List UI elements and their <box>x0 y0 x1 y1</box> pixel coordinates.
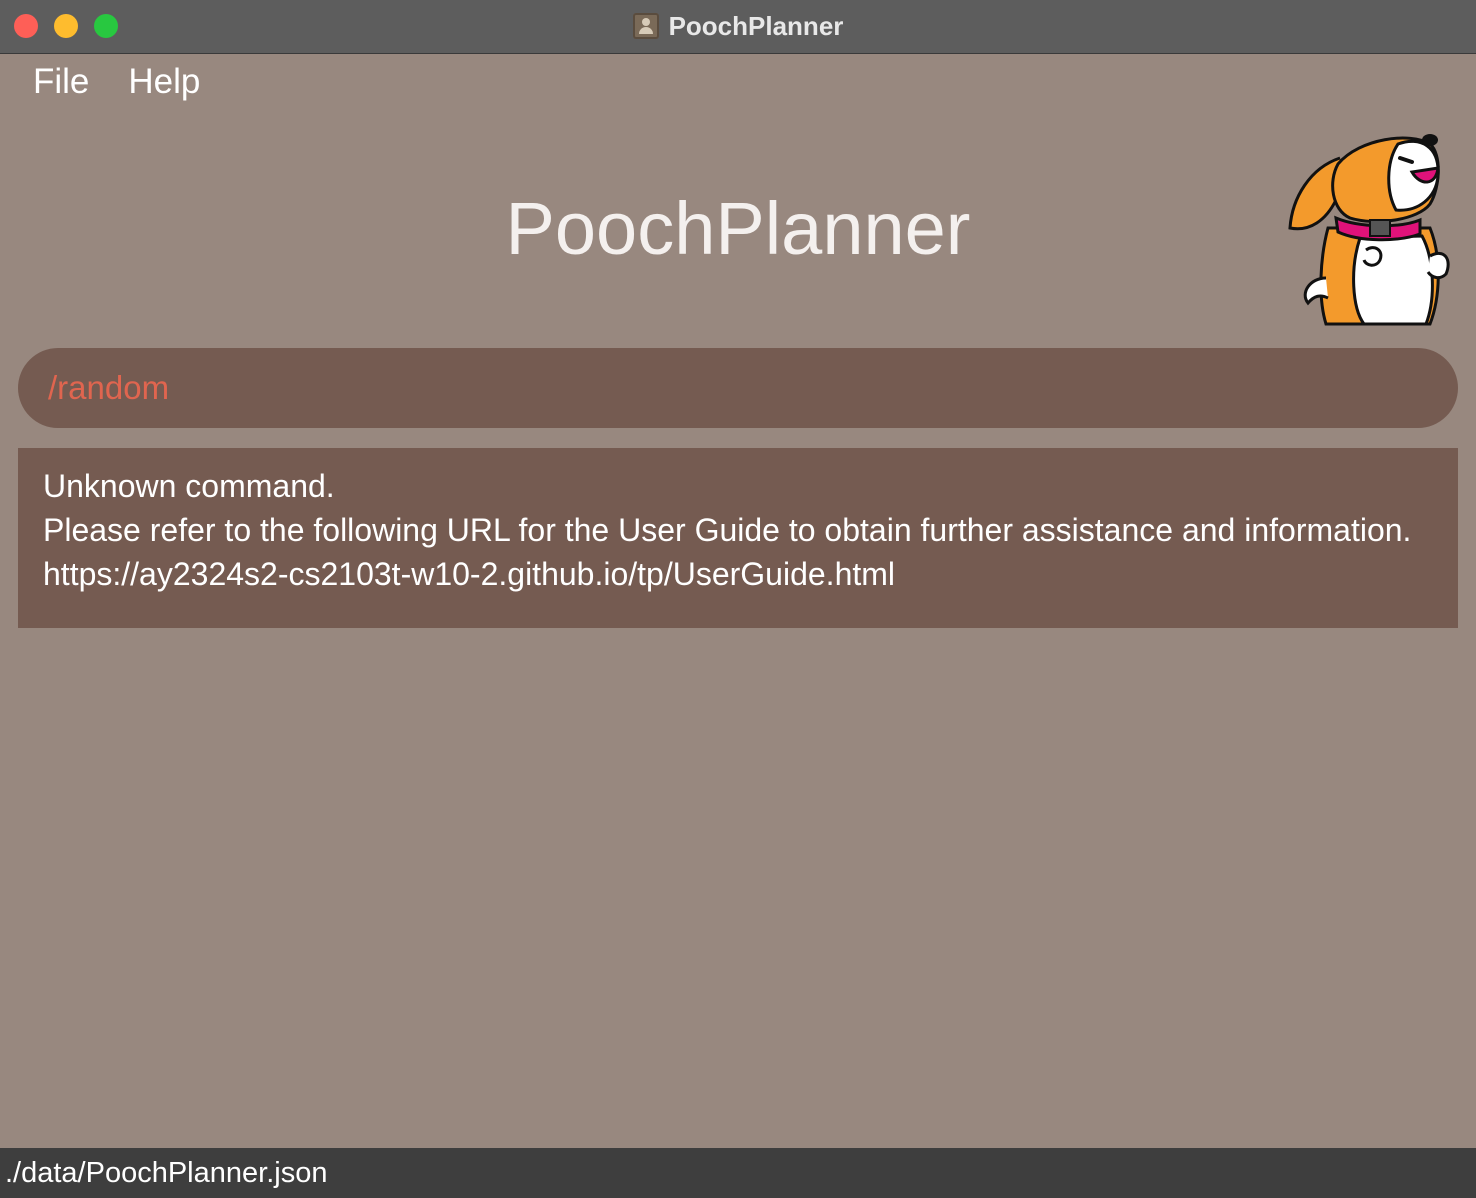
status-bar: ./data/PoochPlanner.json <box>0 1148 1476 1198</box>
result-display: Unknown command. Please refer to the fol… <box>18 448 1458 628</box>
menu-help[interactable]: Help <box>128 62 200 102</box>
window-title-group: PoochPlanner <box>0 0 1476 52</box>
result-line: https://ay2324s2-cs2103t-w10-2.github.io… <box>43 556 896 592</box>
app-title: PoochPlanner <box>505 187 971 270</box>
dog-mascot-icon <box>1288 134 1450 326</box>
storage-file-path: ./data/PoochPlanner.json <box>5 1156 328 1189</box>
menu-file[interactable]: File <box>33 62 89 102</box>
menu-bar: File Help <box>33 62 200 102</box>
command-input[interactable] <box>46 368 1430 408</box>
window-title: PoochPlanner <box>668 10 844 41</box>
result-line: Please refer to the following URL for th… <box>43 512 1412 548</box>
result-line: Unknown command. <box>43 468 335 504</box>
command-box[interactable] <box>18 348 1458 428</box>
app-icon <box>632 13 659 39</box>
window-titlebar: PoochPlanner <box>0 0 1476 54</box>
